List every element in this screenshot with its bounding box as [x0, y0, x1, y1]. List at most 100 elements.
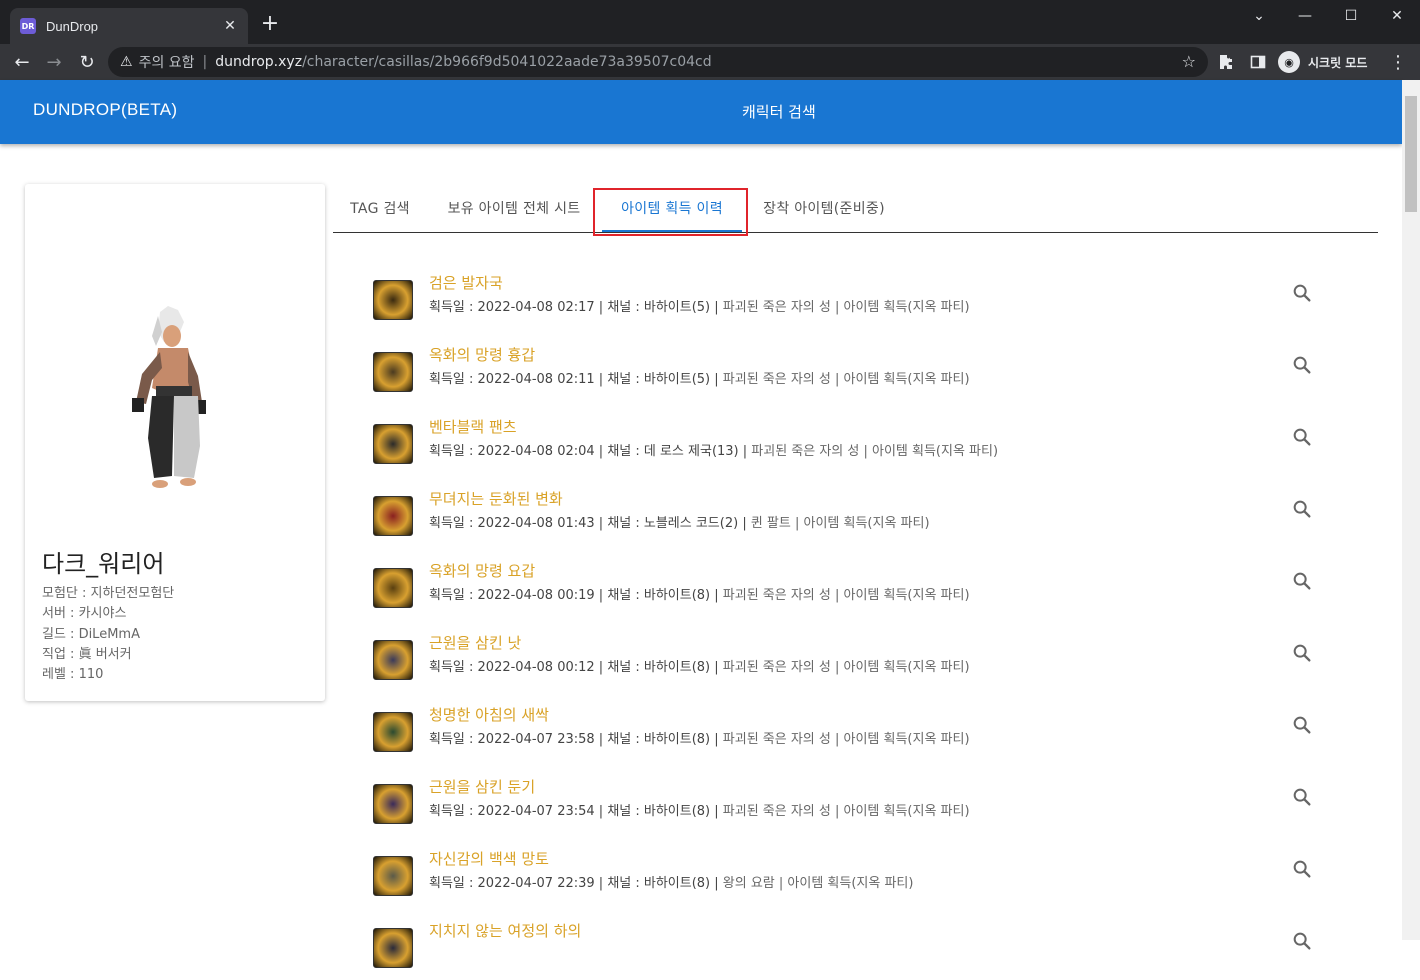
url-path: /character/casillas/2b966f9d5041022aade7… — [302, 54, 712, 70]
reload-icon[interactable]: ↻ — [73, 48, 101, 76]
new-tab-icon[interactable]: + — [258, 12, 282, 36]
item-acquired-info: 획득일 : 2022-04-08 02:11 | 채널 : 바하이트(5) | — [429, 372, 723, 387]
item-acquired-place: 파괴된 죽은 자의 성 | 아이템 획득(지옥 파티) — [722, 804, 970, 819]
incognito-indicator[interactable]: ◉ 시크릿 모드 — [1278, 48, 1367, 76]
search-icon[interactable] — [1291, 642, 1313, 664]
item-acquired-place: 퀸 팔트 | 아이템 획득(지옥 파티) — [750, 516, 930, 531]
menu-kebab-icon[interactable]: ⋮ — [1384, 48, 1412, 76]
browser-tab[interactable]: DR DunDrop ✕ — [10, 8, 248, 44]
side-panel-icon[interactable] — [1244, 48, 1272, 76]
item-name[interactable]: 자신감의 백색 망토 — [429, 848, 549, 869]
address-bar[interactable]: ⚠ 주의 요함 | dundrop.xyz/character/casillas… — [108, 47, 1208, 77]
item-icon — [373, 856, 413, 896]
search-icon[interactable] — [1291, 282, 1313, 304]
item-detail: 획득일 : 2022-04-08 00:12 | 채널 : 바하이트(8) | … — [429, 656, 970, 675]
character-card: 다크_워리어 모험단 : 지하던전모험단 서버 : 카시야스 길드 : DiLe… — [25, 184, 325, 701]
back-icon[interactable]: ← — [8, 48, 36, 76]
item-acquired-info: 획득일 : 2022-04-08 00:12 | 채널 : 바하이트(8) | — [429, 660, 723, 675]
item-detail: 획득일 : 2022-04-08 02:11 | 채널 : 바하이트(5) | … — [429, 368, 970, 387]
security-warning-label[interactable]: 주의 요함 — [139, 52, 195, 72]
bookmark-star-icon[interactable]: ☆ — [1182, 52, 1196, 71]
list-item: 근원을 삼킨 둔기 획득일 : 2022-04-07 23:54 | 채널 : … — [373, 776, 1318, 836]
item-name[interactable]: 근원을 삼킨 둔기 — [429, 776, 535, 797]
item-name[interactable]: 옥화의 망령 흉갑 — [429, 344, 535, 365]
item-acquired-info: 획득일 : 2022-04-08 00:19 | 채널 : 바하이트(8) | — [429, 588, 723, 603]
list-item: 자신감의 백색 망토 획득일 : 2022-04-07 22:39 | 채널 :… — [373, 848, 1318, 908]
close-icon[interactable]: ✕ — [222, 18, 238, 34]
warning-icon[interactable]: ⚠ — [120, 54, 133, 70]
item-detail: 획득일 : 2022-04-08 00:19 | 채널 : 바하이트(8) | … — [429, 584, 970, 603]
character-search-link[interactable]: 캐릭터 검색 — [742, 101, 816, 122]
item-icon — [373, 928, 413, 968]
list-item: 지치지 않는 여정의 하의 — [373, 920, 1318, 980]
tab-tag-search[interactable]: TAG 검색 — [333, 184, 427, 232]
scrollbar-thumb[interactable] — [1405, 96, 1417, 212]
forward-icon[interactable]: → — [40, 48, 68, 76]
item-icon — [373, 280, 413, 320]
item-detail: 획득일 : 2022-04-07 23:54 | 채널 : 바하이트(8) | … — [429, 800, 970, 819]
character-portrait — [132, 306, 206, 488]
search-icon[interactable] — [1291, 498, 1313, 520]
list-item: 근원을 삼킨 낫 획득일 : 2022-04-08 00:12 | 채널 : 바… — [373, 632, 1318, 692]
item-icon — [373, 712, 413, 752]
item-detail: 획득일 : 2022-04-07 22:39 | 채널 : 바하이트(8) | … — [429, 872, 913, 891]
item-detail: 획득일 : 2022-04-08 02:17 | 채널 : 바하이트(5) | … — [429, 296, 970, 315]
page-scrollbar[interactable] — [1402, 80, 1420, 940]
search-icon[interactable] — [1291, 570, 1313, 592]
brand-logo-text[interactable]: DUNDROP(BETA) — [33, 100, 177, 120]
character-name: 다크_워리어 — [42, 550, 165, 578]
browser-tab-bar: DR DunDrop ✕ + ⌄ — ☐ ✕ — [0, 0, 1420, 44]
list-item: 무뎌지는 둔화된 변화 획득일 : 2022-04-08 01:43 | 채널 … — [373, 488, 1318, 548]
search-icon[interactable] — [1291, 930, 1313, 952]
item-name[interactable]: 옥화의 망령 요갑 — [429, 560, 535, 581]
url-host: dundrop.xyz — [215, 54, 303, 70]
separator: | — [202, 54, 208, 70]
item-acquired-info: 획득일 : 2022-04-08 01:43 | 채널 : 노블레스 코드(2)… — [429, 516, 751, 531]
chevron-down-icon[interactable]: ⌄ — [1236, 0, 1282, 32]
item-name[interactable]: 벤타블랙 팬츠 — [429, 416, 517, 437]
guild: 길드 : DiLeMmA — [42, 627, 140, 642]
server: 서버 : 카시야스 — [42, 606, 127, 621]
item-acquired-place: 파괴된 죽은 자의 성 | 아이템 획득(지옥 파티) — [751, 444, 999, 459]
item-acquired-info: 획득일 : 2022-04-07 23:54 | 채널 : 바하이트(8) | — [429, 804, 723, 819]
tab-owned-items-sheet[interactable]: 보유 아이템 전체 시트 — [431, 184, 597, 232]
item-icon — [373, 424, 413, 464]
item-acquired-place: 왕의 요람 | 아이템 획득(지옥 파티) — [722, 876, 914, 891]
search-icon[interactable] — [1291, 354, 1313, 376]
item-name[interactable]: 근원을 삼킨 낫 — [429, 632, 521, 653]
window-close-icon[interactable]: ✕ — [1374, 0, 1420, 32]
item-acquired-place: 파괴된 죽은 자의 성 | 아이템 획득(지옥 파티) — [722, 372, 970, 387]
incognito-icon: ◉ — [1278, 51, 1300, 73]
list-item: 벤타블랙 팬츠 획득일 : 2022-04-08 02:04 | 채널 : 데 … — [373, 416, 1318, 476]
item-detail: 획득일 : 2022-04-08 02:04 | 채널 : 데 로스 제국(13… — [429, 440, 998, 459]
extensions-icon[interactable] — [1212, 48, 1240, 76]
maximize-icon[interactable]: ☐ — [1328, 0, 1374, 32]
tab-title: DunDrop — [46, 18, 99, 34]
item-name[interactable]: 지치지 않는 여정의 하의 — [429, 920, 581, 941]
adventure-group: 모험단 : 지하던전모험단 — [42, 586, 175, 601]
item-acquired-place: 파괴된 죽은 자의 성 | 아이템 획득(지옥 파티) — [722, 588, 970, 603]
item-acquired-place: 파괴된 죽은 자의 성 | 아이템 획득(지옥 파티) — [722, 660, 970, 675]
item-name[interactable]: 검은 발자국 — [429, 272, 503, 293]
item-acquired-place: 파괴된 죽은 자의 성 | 아이템 획득(지옥 파티) — [722, 300, 970, 315]
item-name[interactable]: 무뎌지는 둔화된 변화 — [429, 488, 563, 509]
incognito-label: 시크릿 모드 — [1308, 55, 1368, 70]
item-icon — [373, 496, 413, 536]
item-acquired-info: 획득일 : 2022-04-07 23:58 | 채널 : 바하이트(8) | — [429, 732, 723, 747]
item-acquired-place: 파괴된 죽은 자의 성 | 아이템 획득(지옥 파티) — [722, 732, 970, 747]
item-detail: 획득일 : 2022-04-08 01:43 | 채널 : 노블레스 코드(2)… — [429, 512, 930, 531]
search-icon[interactable] — [1291, 786, 1313, 808]
search-icon[interactable] — [1291, 714, 1313, 736]
browser-toolbar: ← → ↻ ⚠ 주의 요함 | dundrop.xyz/character/ca… — [0, 44, 1420, 80]
item-name[interactable]: 청명한 아침의 새싹 — [429, 704, 549, 725]
search-icon[interactable] — [1291, 426, 1313, 448]
app-header: DUNDROP(BETA) 캐릭터 검색 — [0, 80, 1402, 144]
item-acquired-info: 획득일 : 2022-04-07 22:39 | 채널 : 바하이트(8) | — [429, 876, 723, 891]
item-acquired-info: 획득일 : 2022-04-08 02:17 | 채널 : 바하이트(5) | — [429, 300, 723, 315]
item-icon — [373, 640, 413, 680]
minimize-icon[interactable]: — — [1282, 0, 1328, 32]
search-icon[interactable] — [1291, 858, 1313, 880]
list-item: 옥화의 망령 요갑 획득일 : 2022-04-08 00:19 | 채널 : … — [373, 560, 1318, 620]
item-icon — [373, 352, 413, 392]
tab-equipped-items[interactable]: 장착 아이템(준비중) — [751, 184, 897, 232]
